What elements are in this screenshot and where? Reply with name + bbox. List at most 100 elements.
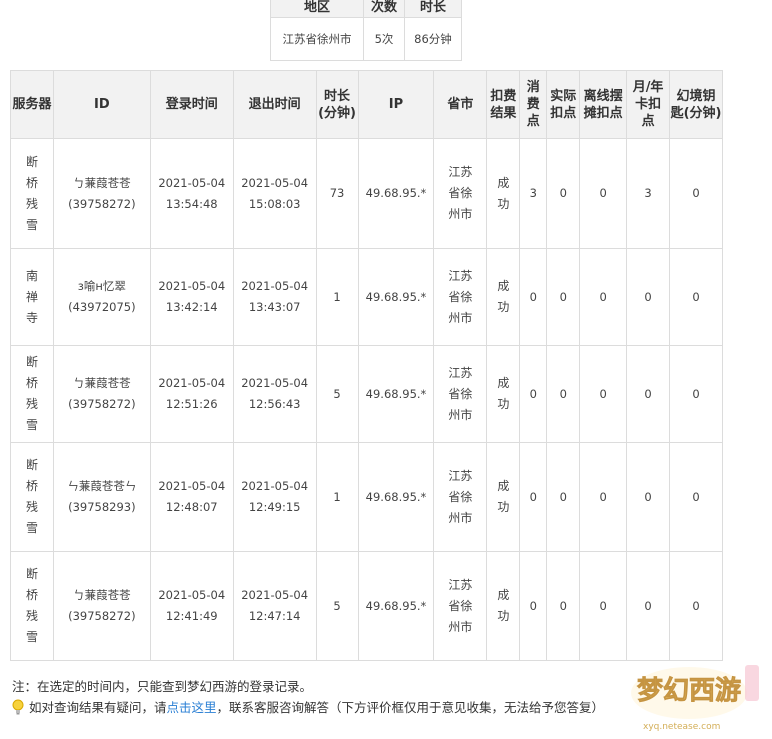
cell-duration: 1 [315,248,359,346]
cell-card: 0 [626,248,671,346]
header-duration: 时长 (分钟) [315,70,359,139]
cell-ip-text: 49.68.95.* [365,289,427,304]
cell-duration: 73 [315,138,359,249]
cell-id-text: з喻н忆翠 [77,279,126,293]
cell-id-text: (39758272) [68,397,136,411]
header-login-time-line: 登录时间 [165,97,218,112]
cell-offline: 0 [579,138,628,249]
cell-actual-text: 0 [559,186,567,200]
cell-ip: 49.68.95.* [357,248,435,346]
cell-login-time: 2021-05-04 12:51:26 [149,345,234,443]
cell-consume: 3 [519,138,548,249]
header-id: ID [52,70,151,139]
header-actual-points-line: 实际 [550,88,577,104]
note-text: 注：在选定的时间内，只能查到梦幻西游的登录记录。 [12,679,313,694]
cell-card: 0 [626,551,671,661]
cell-card: 0 [626,345,671,443]
cell-consume: 0 [519,551,548,661]
cell-consume-text: 0 [529,598,537,613]
cell-key-text: 0 [692,598,700,613]
cell-consume: 0 [519,442,548,552]
cell-offline: 0 [579,442,628,552]
cell-consume: 0 [519,345,548,443]
table-row: 断桥残雪 ㄅ蒹葭苍苍 (39758272) 2021-05-04 12:51:26 202… [10,345,723,443]
cell-logout-time: 2021-05-04 12:56:43 [232,345,317,443]
header-server: 服务器 [10,70,54,139]
cell-actual: 0 [546,442,581,552]
header-duration-line: 时长 [324,88,351,104]
table-row: 断桥残雪 ㄣ蒹葭苍苍ㄣ (39758293) 2021-05-04 12:48:07 20… [10,442,723,552]
header-card-points-line: 卡扣 [635,97,662,112]
header-key-minutes-line: 幻境钥 [676,88,716,104]
cell-login-time-text: 2021-05-04 [158,376,226,390]
cell-logout-time-text: 2021-05-04 [241,175,309,190]
cell-id: ㄅ蒹葭苍苍 (39758272) [52,551,151,661]
cell-result-text: 成功 [497,376,510,411]
header-offline-points-line: 摊扣点 [583,105,623,121]
cell-result-text: 成功 [497,175,510,211]
header-id-line: ID [94,97,110,112]
cell-actual: 0 [546,345,581,443]
cell-logout-time-text: 15:08:03 [248,196,301,211]
cell-logout-time-text: 2021-05-04 [241,588,309,602]
cell-offline-text: 0 [599,186,607,200]
cell-login-time-text: 2021-05-04 [158,588,226,602]
cell-region-text: 江苏省徐州市 [448,468,473,525]
cell-login-time-text: 13:42:14 [165,300,218,314]
cell-key-text: 0 [692,289,700,304]
cell-duration: 5 [315,345,359,443]
cell-login-time: 2021-05-04 12:48:07 [149,442,234,552]
summary-header-row: 地区 次数 时长 [270,0,462,18]
cell-card-text: 3 [644,186,652,200]
cell-actual-text: 0 [559,386,567,401]
cell-result: 成功 [486,442,521,552]
cell-id-text: ㄣ蒹葭苍苍ㄣ [67,479,137,493]
cell-actual: 0 [546,248,581,346]
cell-duration-text: 5 [333,386,341,401]
cell-logout-time: 2021-05-04 12:47:14 [232,551,317,661]
cell-region: 江苏省徐州市 [433,345,488,443]
cell-duration-text: 1 [333,289,341,304]
cell-card: 0 [626,442,671,552]
help-line: 如对查询结果有疑问，请 点击这里 ，联系客服咨询解答（下方评价框仅用于意见收集，无法… [12,697,604,716]
header-server-line: 服务器 [12,97,52,112]
header-logout-time: 退出时间 [232,70,317,139]
cell-id-text: (39758293) [68,500,136,514]
records-header-row: 服务器 ID 登录时间 退出时间 时长 (分钟) IP 省市 扣费 结果消费点实际 扣点 离线摆 摊扣点… [10,70,723,139]
cell-server: 断桥残雪 [10,551,54,661]
cell-region: 江苏省徐州市 [433,442,488,552]
cell-consume-text: 3 [529,186,537,200]
cell-ip-text: 49.68.95.* [365,186,427,200]
cell-offline: 0 [579,248,628,346]
cell-ip: 49.68.95.* [357,442,435,552]
cell-duration-text: 1 [333,489,341,504]
header-offline-points-line: 离线摆 [583,88,623,104]
summary-duration: 86分钟 [404,17,462,61]
cell-region-text: 江苏省徐州市 [448,165,473,221]
cell-region: 江苏省徐州市 [433,248,488,346]
cell-key-text: 0 [692,186,700,200]
header-offline-points: 离线摆 摊扣点 [579,70,628,139]
cell-id-text: ㄅ蒹葭苍苍 [73,588,131,602]
cell-logout-time: 2021-05-04 12:49:15 [232,442,317,552]
summary-header-region: 地区 [270,0,364,18]
cell-ip: 49.68.95.* [357,551,435,661]
cell-region: 江苏省徐州市 [433,551,488,661]
cell-offline-text: 0 [599,386,607,401]
cell-id: ㄅ蒹葭苍苍 (39758272) [52,138,151,249]
cell-consume: 0 [519,248,548,346]
header-ip-line: IP [388,97,404,112]
logo-text: 梦幻西游 [637,676,741,706]
cell-result: 成功 [486,345,521,443]
lightbulb-icon [12,699,24,715]
header-login-time: 登录时间 [149,70,234,139]
cell-id-text: (39758272) [68,609,136,623]
header-key-minutes: 幻境钥 匙(分钟) [669,70,723,139]
cell-logout-time-text: 2021-05-04 [241,279,309,293]
cell-login-time-text: 12:51:26 [165,397,218,411]
summary-header-count: 次数 [363,0,405,18]
logo-sub: xyq.netease.com [643,722,720,732]
header-key-minutes-line: 匙(分钟) [670,105,722,121]
cell-card: 3 [626,138,671,249]
help-link[interactable]: 点击这里 [167,697,217,716]
